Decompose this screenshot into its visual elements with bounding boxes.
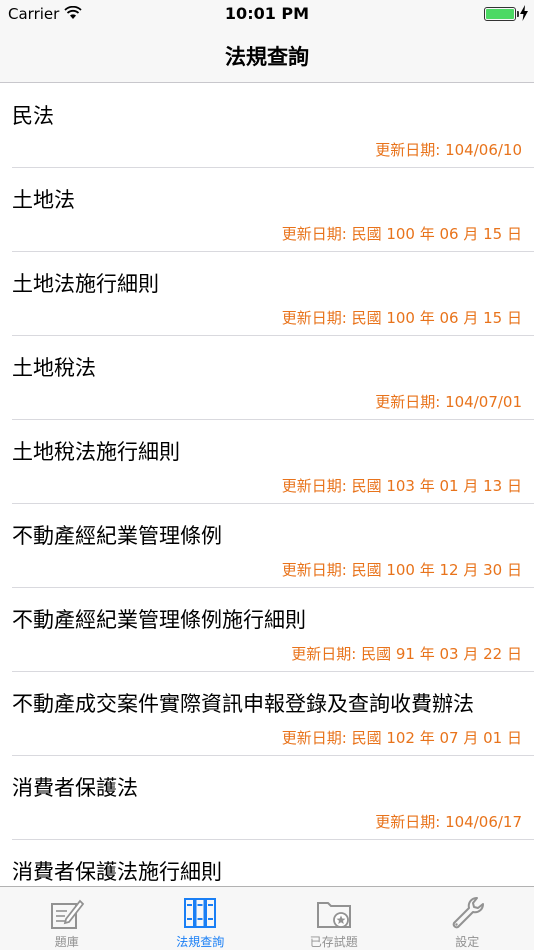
law-update-date: 更新日期: 民國 100 年 06 月 15 日	[281, 225, 522, 243]
law-name: 不動產經紀業管理條例	[12, 524, 222, 548]
law-name: 民法	[12, 104, 54, 128]
law-update-date: 更新日期: 民國 102 年 07 月 01 日	[281, 729, 522, 747]
law-list-item[interactable]: 消費者保護法 更新日期: 104/06/17	[0, 756, 534, 840]
law-update-date: 更新日期: 104/07/01	[375, 393, 522, 411]
law-update-date: 更新日期: 104/06/17	[375, 813, 522, 831]
law-name: 不動產經紀業管理條例施行細則	[12, 608, 306, 632]
law-list-item[interactable]: 民法 更新日期: 104/06/10	[0, 84, 534, 168]
law-name: 土地法	[12, 188, 75, 212]
law-list-item[interactable]: 土地稅法施行細則 更新日期: 民國 103 年 01 月 13 日	[0, 420, 534, 504]
law-update-date: 更新日期: 民國 100 年 06 月 15 日	[281, 309, 522, 327]
navigation-bar: 法規查詢	[0, 28, 534, 83]
edit-note-icon	[50, 899, 84, 929]
page-title: 法規查詢	[225, 45, 309, 69]
tab-bar: 題庫 法規查詢 已存試題 設定	[0, 886, 534, 950]
binders-icon	[184, 898, 217, 928]
tab-label: 法規查詢	[176, 935, 225, 949]
law-update-date: 更新日期: 民國 100 年 12 月 30 日	[281, 561, 522, 579]
law-list-item[interactable]: 土地法施行細則 更新日期: 民國 100 年 06 月 15 日	[0, 252, 534, 336]
status-time: 10:01 PM	[224, 4, 310, 23]
status-bar: Carrier 10:01 PM	[0, 0, 534, 28]
law-name: 消費者保護法施行細則	[12, 860, 222, 884]
tab-label: 設定	[455, 935, 480, 949]
tab-question-bank[interactable]: 題庫	[0, 887, 134, 950]
folder-star-icon	[316, 902, 351, 928]
law-name: 土地稅法施行細則	[12, 440, 180, 464]
wrench-icon	[452, 897, 485, 929]
tab-label: 已存試題	[309, 935, 358, 949]
charging-bolt-icon	[520, 5, 528, 21]
law-list-item[interactable]: 土地法 更新日期: 民國 100 年 06 月 15 日	[0, 168, 534, 252]
law-name: 土地稅法	[12, 356, 96, 380]
law-list[interactable]: 民法 更新日期: 104/06/10 土地法 更新日期: 民國 100 年 06…	[0, 84, 534, 886]
tab-label: 題庫	[54, 935, 79, 949]
law-update-date: 更新日期: 104/06/10	[375, 141, 522, 159]
law-name: 消費者保護法	[12, 776, 138, 800]
law-list-item[interactable]: 不動產經紀業管理條例施行細則 更新日期: 民國 91 年 03 月 22 日	[0, 588, 534, 672]
law-list-item[interactable]: 消費者保護法施行細則	[0, 840, 534, 886]
law-list-item[interactable]: 土地稅法 更新日期: 104/07/01	[0, 336, 534, 420]
battery-icon	[484, 7, 519, 21]
law-update-date: 更新日期: 民國 91 年 03 月 22 日	[291, 645, 522, 663]
law-name: 不動產成交案件實際資訊申報登錄及查詢收費辦法	[12, 692, 474, 716]
law-list-item[interactable]: 不動產經紀業管理條例 更新日期: 民國 100 年 12 月 30 日	[0, 504, 534, 588]
law-name: 土地法施行細則	[12, 272, 159, 296]
law-update-date: 更新日期: 民國 103 年 01 月 13 日	[281, 477, 522, 495]
law-list-item[interactable]: 不動產成交案件實際資訊申報登錄及查詢收費辦法 更新日期: 民國 102 年 07…	[0, 672, 534, 756]
tab-law-search[interactable]: 法規查詢	[134, 887, 268, 950]
tab-saved-questions[interactable]: 已存試題	[267, 887, 401, 950]
tab-settings[interactable]: 設定	[401, 887, 534, 950]
